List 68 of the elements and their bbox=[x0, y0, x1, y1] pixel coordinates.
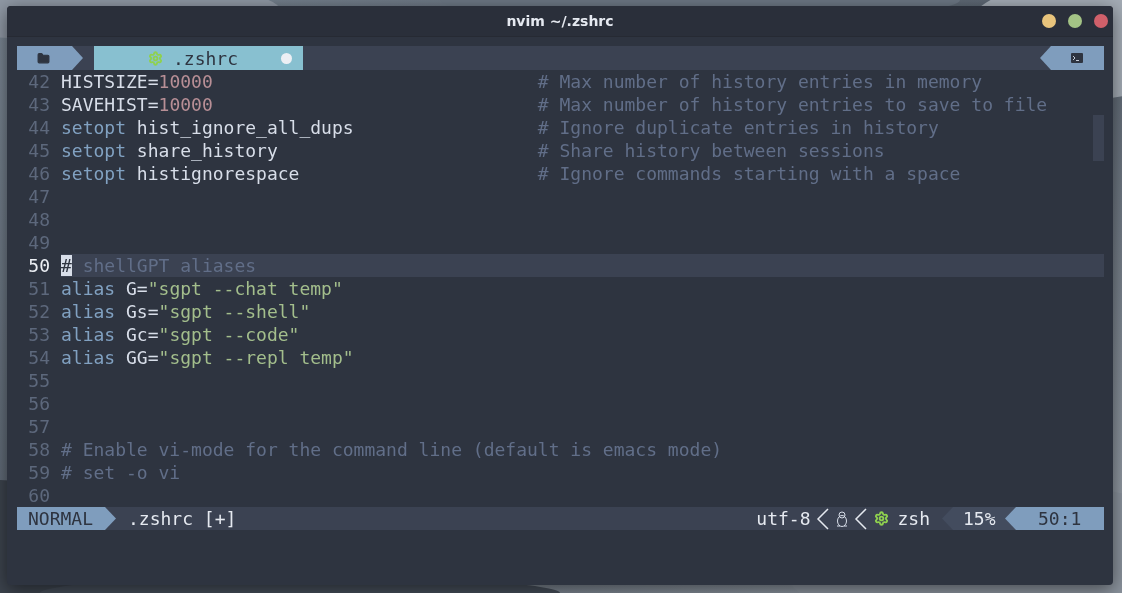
file-tab[interactable]: .zshrc bbox=[94, 46, 303, 70]
code-token: alias bbox=[61, 301, 116, 322]
code-comment: # Max number of history entries to save to file bbox=[537, 93, 1048, 116]
code-token: 10000 bbox=[158, 94, 213, 115]
cursor: # bbox=[61, 255, 72, 276]
file-encoding: utf-8 bbox=[756, 507, 811, 530]
code-token: setopt bbox=[61, 117, 127, 138]
code-token: alias bbox=[61, 347, 116, 368]
chevron-separator-icon bbox=[816, 507, 831, 530]
code-token: alias bbox=[61, 324, 116, 345]
code-token: "sgpt --shell" bbox=[158, 301, 311, 322]
code-token: setopt bbox=[61, 140, 127, 161]
line-number: 49 bbox=[27, 231, 51, 254]
code-token: GG= bbox=[125, 347, 159, 368]
line-number: 51 bbox=[27, 277, 51, 300]
code-token: Gc= bbox=[125, 324, 159, 345]
line-number: 43 bbox=[27, 93, 51, 116]
maximize-button[interactable] bbox=[1068, 14, 1082, 28]
line-number: 45 bbox=[27, 139, 51, 162]
line-number: 44 bbox=[27, 116, 51, 139]
code-token: # Enable vi-mode for the command line (default is emacs mode) bbox=[61, 439, 723, 460]
line-number: 48 bbox=[27, 208, 51, 231]
code-token: "sgpt --code" bbox=[158, 324, 300, 345]
line-number: 46 bbox=[27, 162, 51, 185]
gear-icon bbox=[148, 50, 163, 66]
window-title: nvim ~/.zshrc bbox=[506, 13, 614, 29]
code-comment: # Ignore commands starting with a space bbox=[537, 162, 961, 185]
minimize-button[interactable] bbox=[1042, 14, 1056, 28]
code-token: histignorespace bbox=[135, 163, 300, 184]
tab-label: .zshrc bbox=[173, 47, 239, 69]
code-token: setopt bbox=[61, 163, 127, 184]
code-token: share_history bbox=[135, 140, 278, 161]
line-number: 58 bbox=[27, 438, 51, 461]
line-number: 55 bbox=[27, 369, 51, 392]
penguin-icon bbox=[836, 510, 849, 527]
line-number: 52 bbox=[27, 300, 51, 323]
code-comment: # Ignore duplicate entries in history bbox=[537, 116, 939, 139]
scroll-percent: 15% bbox=[942, 507, 1016, 530]
code-token: "sgpt --repl temp" bbox=[158, 347, 354, 368]
code-token: G= bbox=[125, 278, 148, 299]
code-token: "sgpt --chat temp" bbox=[147, 278, 343, 299]
line-number: 54 bbox=[27, 346, 51, 369]
chevron-separator-icon bbox=[854, 507, 869, 530]
close-button[interactable] bbox=[1094, 14, 1108, 28]
code-token: SAVEHIST= bbox=[61, 94, 159, 115]
line-number: 50 bbox=[27, 254, 51, 277]
code-token: alias bbox=[61, 278, 116, 299]
code-comment: # Max number of history entries in memory bbox=[537, 70, 983, 93]
gear-icon bbox=[874, 511, 890, 526]
code-token: hist_ignore_all_dups bbox=[135, 117, 354, 138]
line-number: 57 bbox=[27, 415, 51, 438]
code-token: # set -o vi bbox=[61, 462, 181, 483]
line-number: 53 bbox=[27, 323, 51, 346]
status-filename: .zshrc [+] bbox=[128, 507, 237, 530]
line-number: 56 bbox=[27, 392, 51, 415]
folder-icon bbox=[37, 51, 50, 65]
cursor-position: 50:1 bbox=[1005, 507, 1104, 530]
code-token: 10000 bbox=[158, 71, 213, 92]
line-number: 42 bbox=[27, 70, 51, 93]
file-type: zsh bbox=[897, 507, 930, 530]
line-number: 59 bbox=[27, 461, 51, 484]
terminal-icon bbox=[1071, 53, 1083, 63]
mode-indicator: NORMAL bbox=[17, 507, 116, 530]
code-comment: # Share history between sessions bbox=[537, 139, 885, 162]
line-number: 60 bbox=[27, 484, 51, 507]
code-token: HISTSIZE= bbox=[61, 71, 159, 92]
line-number: 47 bbox=[27, 185, 51, 208]
code-token: Gs= bbox=[125, 301, 159, 322]
